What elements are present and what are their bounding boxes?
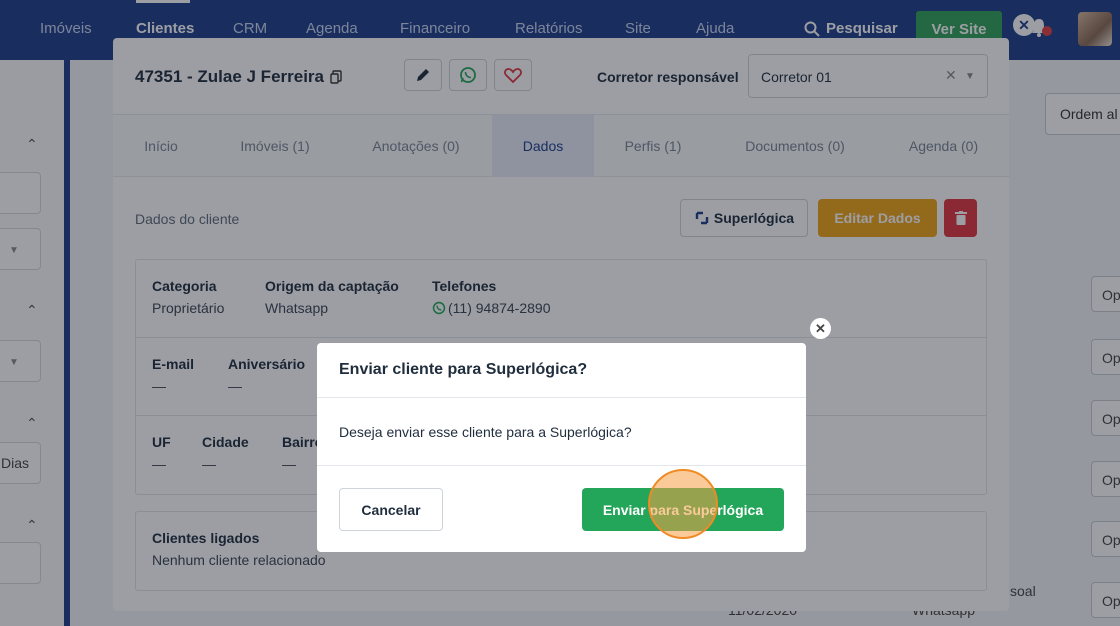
close-icon: ✕	[815, 320, 826, 336]
dialog-message: Deseja enviar esse cliente para a Superl…	[339, 424, 632, 440]
send-to-superlogica-button[interactable]: Enviar para Superlógica	[582, 488, 784, 531]
dialog-divider	[317, 397, 806, 398]
dialog-divider	[317, 465, 806, 466]
dialog-title: Enviar cliente para Superlógica?	[339, 361, 588, 378]
dialog-close-button[interactable]: ✕	[810, 318, 831, 339]
confirm-dialog: Enviar cliente para Superlógica? Deseja …	[317, 343, 806, 552]
cancel-button[interactable]: Cancelar	[339, 488, 443, 531]
